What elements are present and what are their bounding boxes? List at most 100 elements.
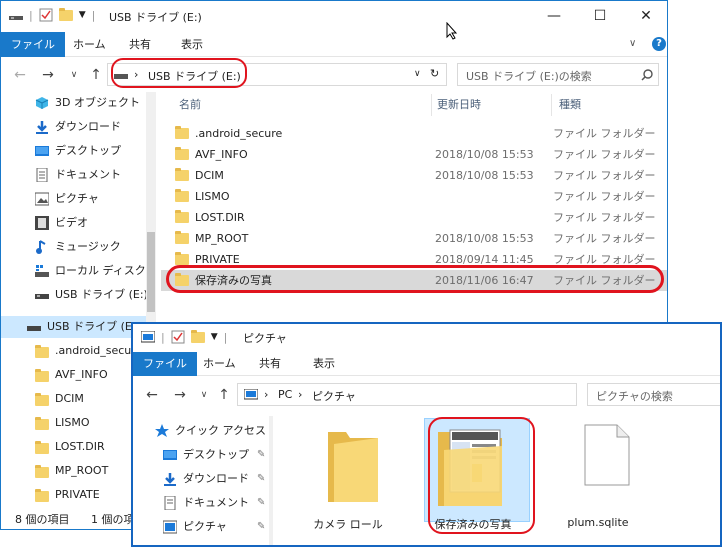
file-row[interactable]: PRIVATE 2018/09/14 11:45 ファイル フォルダー [161, 249, 667, 270]
search-box[interactable]: ピクチャの検索 [587, 383, 720, 406]
address-path[interactable]: ピクチャ [312, 388, 356, 404]
nav-item-quick-access[interactable]: クイック アクセス [133, 420, 268, 442]
folder-icon [328, 432, 378, 502]
file-row[interactable]: MP_ROOT 2018/10/08 15:53 ファイル フォルダー [161, 228, 667, 249]
folder-icon [175, 168, 189, 181]
file-icon [584, 424, 630, 486]
drive-icon [114, 74, 128, 79]
music-icon [36, 240, 46, 254]
ribbon-tabs: ファイル ホーム 共有 表示 [133, 352, 720, 376]
ribbon-expand-icon[interactable]: ∨ [629, 38, 636, 49]
nav-tree-child[interactable]: LISMO [1, 412, 146, 434]
file-row[interactable]: AVF_INFO 2018/10/08 15:53 ファイル フォルダー [161, 144, 667, 165]
tab-view[interactable]: 表示 [171, 32, 213, 57]
nav-item-desktop[interactable]: デスクトップ [1, 140, 146, 162]
tab-file[interactable]: ファイル [1, 32, 65, 57]
mouse-cursor-icon [446, 22, 458, 40]
usb-drive-icon [27, 326, 41, 331]
folder-icon [35, 441, 49, 454]
properties-icon[interactable] [39, 8, 53, 22]
maximize-button[interactable]: ☐ [577, 1, 623, 32]
nav-scroll-thumb[interactable] [147, 232, 155, 312]
address-bar[interactable]: › USB ドライブ (E:) ∨ ↻ [107, 63, 447, 86]
nav-item-local-disk[interactable]: ローカル ディスク (C [1, 260, 156, 282]
pin-icon[interactable]: ✎ [257, 444, 265, 466]
folder-icon [175, 147, 189, 160]
nav-tree-child[interactable]: MP_ROOT [1, 460, 146, 482]
file-row[interactable]: LOST.DIR ファイル フォルダー [161, 207, 667, 228]
desktop-icon [163, 450, 177, 460]
column-type[interactable]: 種類 [559, 92, 581, 118]
quick-access-dropdown-icon[interactable]: ▼ [211, 332, 218, 342]
pin-icon[interactable]: ✎ [257, 468, 265, 490]
file-list: ^ 名前 更新日時 種類 .android_secureファイル フォルダー A… [161, 92, 667, 322]
nav-item-documents[interactable]: ドキュメント ✎ [133, 492, 268, 514]
refresh-icon[interactable]: ↻ [430, 67, 439, 80]
file-row[interactable]: LISMO ファイル フォルダー [161, 186, 667, 207]
address-dropdown-icon[interactable]: ∨ [414, 69, 421, 79]
separator: | [161, 330, 165, 344]
nav-tree-child[interactable]: .android_secur [1, 340, 146, 362]
pictures-icon [163, 520, 177, 534]
file-row[interactable]: .android_secure ファイル フォルダー [161, 123, 667, 144]
file-row-selected[interactable]: 保存済みの写真 2018/11/06 16:47 ファイル フォルダー [161, 270, 667, 291]
search-placeholder: ピクチャの検索 [596, 390, 673, 403]
tab-home[interactable]: ホーム [63, 32, 116, 57]
nav-item-3d-objects[interactable]: 3D オブジェクト [1, 92, 146, 114]
nav-tree-child[interactable]: LOST.DIR [1, 436, 146, 458]
tab-share[interactable]: 共有 [249, 352, 291, 376]
nav-item-desktop[interactable]: デスクトップ ✎ [133, 444, 268, 466]
quick-access-dropdown-icon[interactable]: ▼ [79, 10, 86, 20]
pc-icon [244, 389, 258, 400]
recent-locations-icon[interactable]: ∨ [195, 386, 213, 404]
tab-file[interactable]: ファイル [133, 352, 197, 376]
nav-item-usb-drive[interactable]: USB ドライブ (E:) [1, 284, 148, 306]
nav-scrollbar[interactable] [269, 416, 273, 545]
column-name[interactable]: 名前 [179, 92, 201, 118]
nav-tree-child[interactable]: PRIVATE [1, 484, 146, 506]
address-separator: › [264, 388, 269, 401]
up-button[interactable]: ↑ [87, 66, 105, 84]
new-folder-icon[interactable] [190, 329, 205, 343]
separator: | [223, 330, 228, 344]
star-icon [155, 424, 169, 437]
tab-share[interactable]: 共有 [119, 32, 161, 57]
column-modified[interactable]: 更新日時 [437, 92, 481, 118]
back-button[interactable]: ← [143, 386, 161, 404]
help-icon[interactable]: ? [652, 37, 666, 51]
address-pc[interactable]: PC [278, 388, 292, 401]
nav-tree-usb-drive[interactable]: USB ドライブ (E:) [1, 316, 146, 338]
file-row[interactable]: DCIM 2018/10/08 15:53 ファイル フォルダー [161, 165, 667, 186]
close-button[interactable]: ✕ [623, 1, 667, 32]
nav-item-downloads[interactable]: ダウンロード [1, 116, 146, 138]
nav-item-downloads[interactable]: ダウンロード ✎ [133, 468, 268, 490]
forward-button[interactable]: → [39, 66, 57, 84]
back-button[interactable]: ← [11, 66, 29, 84]
column-divider [431, 94, 432, 116]
forward-button[interactable]: → [171, 386, 189, 404]
title-bar: | ▼ | USB ドライブ (E:) — ☐ ✕ [1, 1, 667, 32]
nav-item-videos[interactable]: ビデオ [1, 212, 146, 234]
search-box[interactable]: USB ドライブ (E:)の検索 [457, 63, 659, 86]
nav-item-pictures[interactable]: ピクチャ [1, 188, 146, 210]
folder-with-preview-icon [438, 429, 502, 506]
tab-view[interactable]: 表示 [303, 352, 345, 376]
tab-home[interactable]: ホーム [193, 352, 246, 376]
nav-tree-child[interactable]: AVF_INFO [1, 364, 146, 386]
nav-item-music[interactable]: ミュージック [1, 236, 146, 258]
pin-icon[interactable]: ✎ [257, 516, 265, 538]
folder-icon [175, 273, 189, 286]
address-bar[interactable]: › PC › ピクチャ [237, 383, 577, 406]
new-folder-icon[interactable] [58, 7, 73, 21]
pin-icon[interactable]: ✎ [257, 492, 265, 514]
properties-icon[interactable] [171, 330, 185, 344]
nav-item-pictures[interactable]: ピクチャ ✎ [133, 516, 268, 538]
nav-item-documents[interactable]: ドキュメント [1, 164, 146, 186]
nav-tree-child[interactable]: DCIM [1, 388, 146, 410]
address-path[interactable]: USB ドライブ (E:) [148, 68, 241, 84]
recent-locations-icon[interactable]: ∨ [65, 66, 83, 84]
up-button[interactable]: ↑ [215, 386, 233, 404]
column-divider [551, 94, 552, 116]
minimize-button[interactable]: — [531, 1, 577, 32]
video-icon [35, 216, 49, 230]
